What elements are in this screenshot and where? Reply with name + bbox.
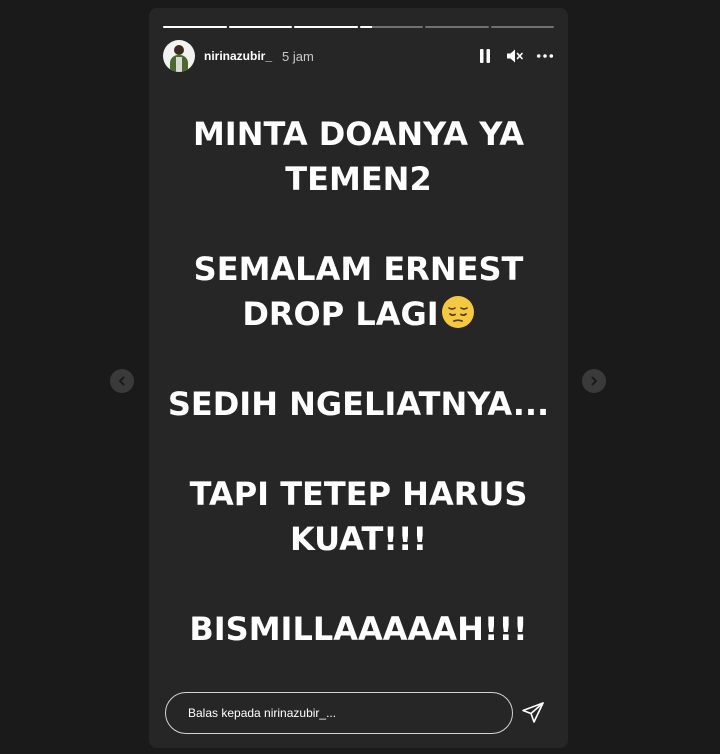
- progress-fill: [228, 26, 292, 28]
- next-story-button[interactable]: [582, 369, 606, 393]
- username-link[interactable]: nirinazubir_: [204, 49, 272, 63]
- progress-fill: [294, 26, 358, 28]
- story-header: nirinazubir_ 5 jam: [163, 40, 554, 72]
- story-text-line: BISMILLAAAAAH!!!: [189, 610, 528, 648]
- send-button[interactable]: [520, 700, 546, 726]
- progress-fill: [163, 26, 227, 28]
- send-paper-plane-icon: [522, 702, 544, 723]
- progress-segment: [163, 26, 227, 28]
- story-progress-bars: [163, 26, 554, 28]
- pause-button[interactable]: [476, 47, 494, 65]
- progress-segment: [359, 26, 423, 28]
- story-text-line: SEDIH NGELIATNYA...: [167, 385, 550, 423]
- story-text-segment: DROP LAGI: [242, 295, 439, 333]
- progress-fill: [359, 26, 373, 28]
- pensive-face-emoji-icon: [441, 296, 474, 328]
- story-paragraph: SEMALAM ERNEST DROP LAGI: [149, 247, 568, 337]
- chevron-left-icon: [119, 376, 125, 386]
- story-controls: [476, 47, 554, 65]
- avatar[interactable]: [163, 40, 195, 72]
- story-viewer: nirinazubir_ 5 jam MINTA DOANYA YA TEMEN…: [0, 0, 720, 754]
- mute-button[interactable]: [506, 47, 524, 65]
- story-text-line: KUAT!!!: [289, 520, 428, 558]
- muted-speaker-icon: [507, 49, 523, 63]
- reply-input[interactable]: [186, 705, 490, 721]
- story-paragraph: BISMILLAAAAAH!!!: [149, 607, 568, 652]
- story-text-line: TEMEN2: [285, 160, 432, 198]
- progress-segment: [490, 26, 554, 28]
- story-text-line: DROP LAGI: [149, 292, 568, 337]
- story-text-line: TAPI TETEP HARUS: [189, 475, 528, 513]
- pause-icon: [480, 49, 490, 63]
- more-options-button[interactable]: [536, 47, 554, 65]
- story-timestamp: 5 jam: [282, 48, 314, 64]
- story-paragraph: SEDIH NGELIATNYA...: [149, 382, 568, 427]
- chevron-right-icon: [591, 376, 597, 386]
- story-text-line: SEMALAM ERNEST: [193, 250, 524, 288]
- more-options-icon: [536, 54, 554, 58]
- reply-box[interactable]: [165, 692, 513, 734]
- story-paragraph: TAPI TETEP HARUS KUAT!!!: [149, 472, 568, 562]
- story-text-line: MINTA DOANYA YA: [192, 115, 525, 153]
- progress-segment: [425, 26, 489, 28]
- story-card: nirinazubir_ 5 jam MINTA DOANYA YA TEMEN…: [149, 8, 568, 748]
- story-paragraph: MINTA DOANYA YA TEMEN2: [149, 112, 568, 202]
- progress-segment: [294, 26, 358, 28]
- story-text-content: MINTA DOANYA YA TEMEN2 SEMALAM ERNEST DR…: [149, 112, 568, 697]
- progress-segment: [228, 26, 292, 28]
- previous-story-button[interactable]: [110, 369, 134, 393]
